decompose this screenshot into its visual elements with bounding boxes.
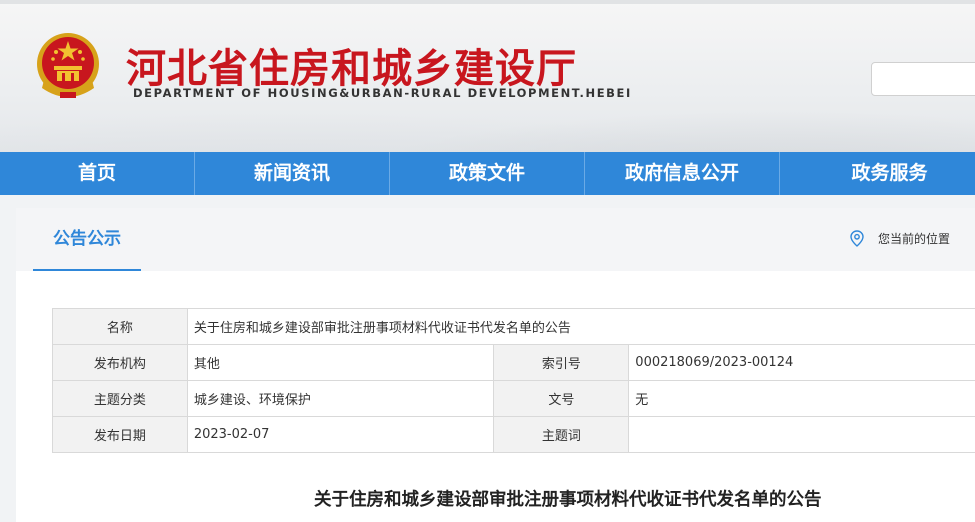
- docno-label: 文号: [493, 380, 630, 417]
- docno-value: 无: [628, 380, 975, 417]
- name-value: 关于住房和城乡建设部审批注册事项材料代收证书代发名单的公告: [186, 308, 975, 345]
- table-row: 名称 关于住房和城乡建设部审批注册事项材料代收证书代发名单的公告: [52, 308, 975, 345]
- article-title: 关于住房和城乡建设部审批注册事项材料代收证书代发名单的公告: [314, 490, 822, 510]
- tab-announcements[interactable]: 公告公示: [33, 208, 141, 271]
- search-input[interactable]: [871, 62, 975, 96]
- keywords-label: 主题词: [493, 416, 630, 453]
- index-label: 索引号: [493, 344, 630, 381]
- breadcrumb: 您当前的位置: [850, 230, 950, 247]
- keywords-value: [628, 416, 975, 453]
- breadcrumb-label: 您当前的位置: [878, 232, 951, 246]
- name-label: 名称: [52, 308, 188, 345]
- nav-item-policy[interactable]: 政策文件: [390, 152, 585, 195]
- main-content: 公告公示 您当前的位置 名称 关于住房和城乡建设部审批注册事项材料代收证书代发名…: [16, 208, 975, 522]
- date-label: 发布日期: [52, 416, 188, 453]
- site-header: 河北省住房和城乡建设厅 DEPARTMENT OF HOUSING&URBAN-…: [0, 0, 975, 152]
- section-header: 公告公示 您当前的位置: [16, 208, 975, 271]
- national-emblem-icon[interactable]: [32, 30, 104, 102]
- publisher-label: 发布机构: [52, 344, 188, 381]
- topic-value: 城乡建设、环境保护: [186, 380, 495, 417]
- table-row: 主题分类 城乡建设、环境保护 文号 无: [52, 380, 975, 417]
- table-row: 发布机构 其他 索引号 000218069/2023-00124: [52, 344, 975, 381]
- background-mountains-2: [300, 105, 975, 152]
- topic-label: 主题分类: [52, 380, 188, 417]
- nav-item-gov-info[interactable]: 政府信息公开: [585, 152, 780, 195]
- table-row: 发布日期 2023-02-07 主题词: [52, 416, 975, 453]
- nav-item-services[interactable]: 政务服务: [780, 152, 975, 195]
- nav-item-news[interactable]: 新闻资讯: [195, 152, 390, 195]
- main-nav: 首页 新闻资讯 政策文件 政府信息公开 政务服务: [0, 152, 975, 195]
- nav-item-home[interactable]: 首页: [0, 152, 195, 195]
- date-value: 2023-02-07: [186, 416, 495, 453]
- site-subtitle: DEPARTMENT OF HOUSING&URBAN-RURAL DEVELO…: [133, 86, 632, 100]
- index-value: 000218069/2023-00124: [628, 344, 975, 381]
- location-pin-icon: [850, 230, 864, 247]
- top-border: [0, 0, 975, 4]
- document-metadata-table: 名称 关于住房和城乡建设部审批注册事项材料代收证书代发名单的公告 发布机构 其他…: [52, 308, 975, 453]
- publisher-value: 其他: [186, 344, 495, 381]
